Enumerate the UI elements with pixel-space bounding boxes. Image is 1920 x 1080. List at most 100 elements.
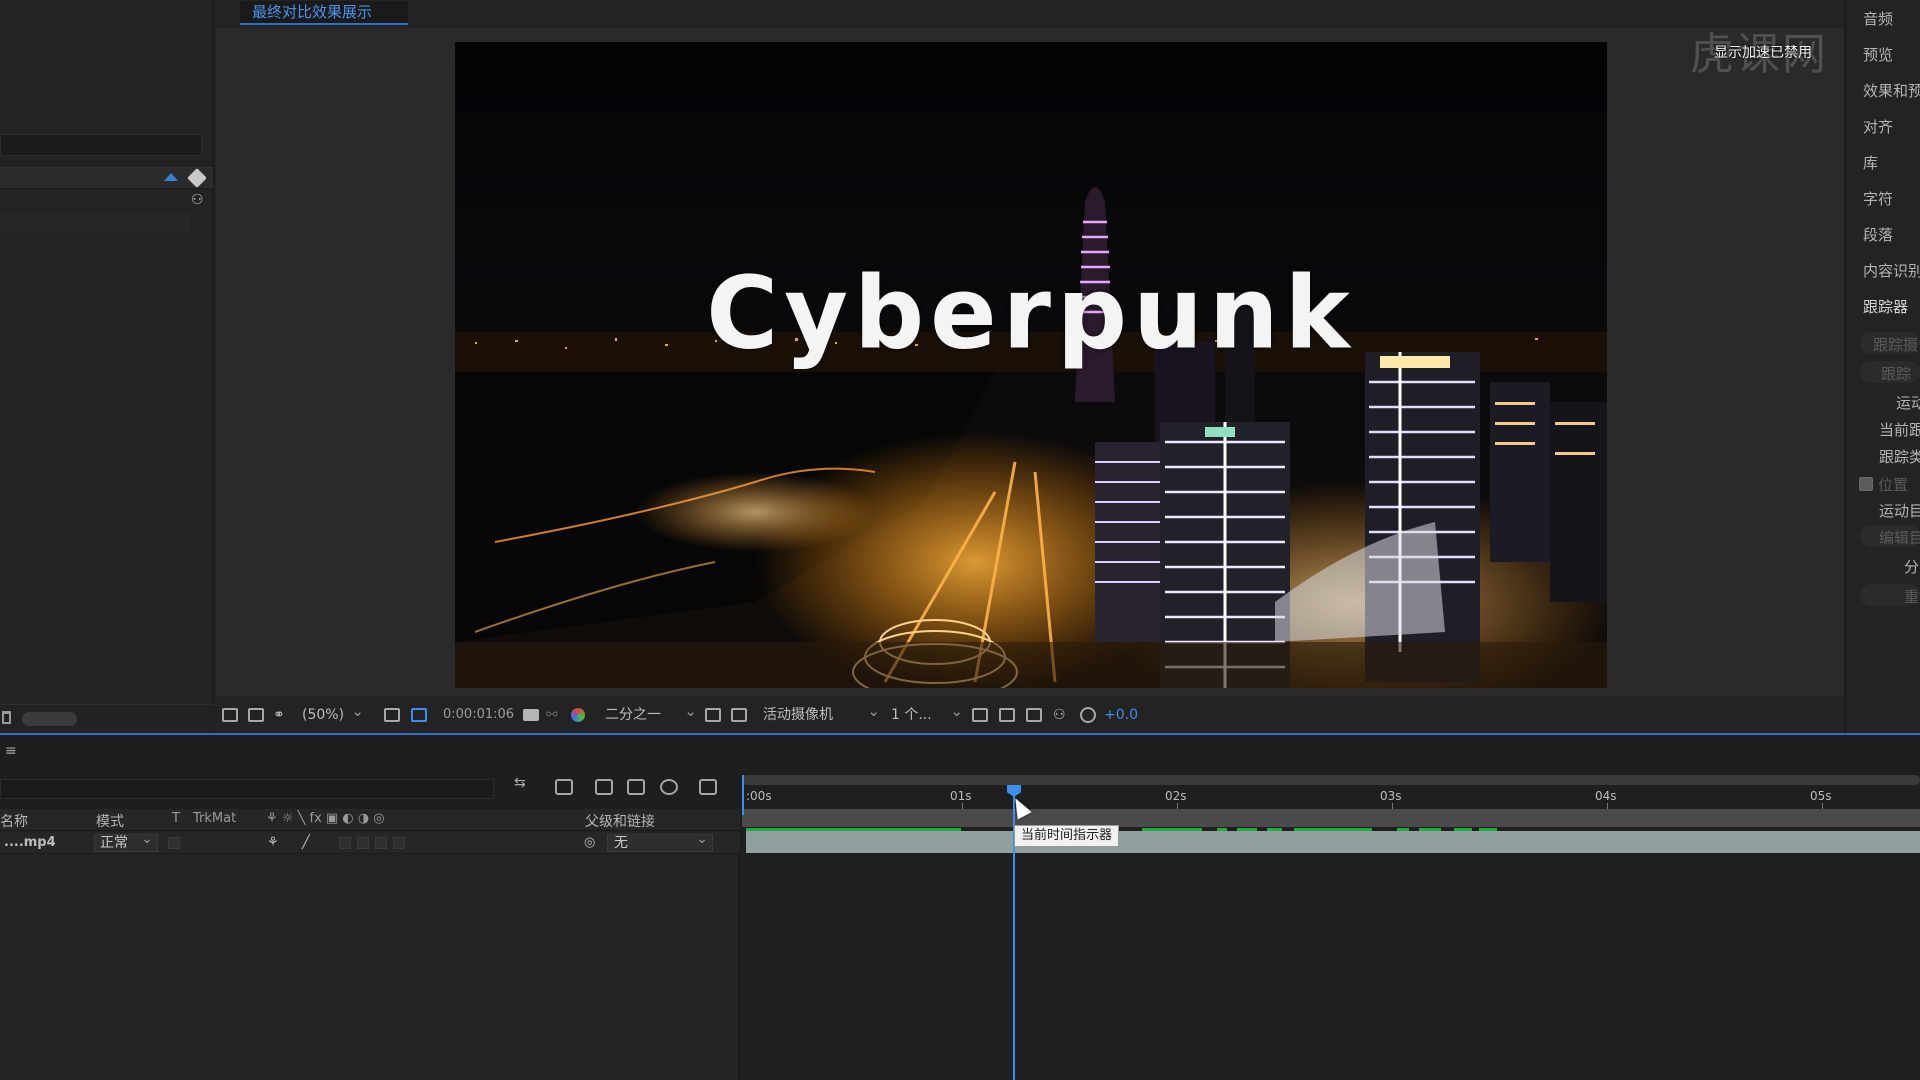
project-scrollbar[interactable]	[22, 712, 77, 726]
panel-paragraph[interactable]: 段落	[1863, 224, 1893, 245]
toggle-pixel-aspect-icon[interactable]	[972, 708, 988, 722]
panel-tracker[interactable]: 跟踪器	[1863, 296, 1908, 317]
timeline-graph[interactable]: :00s 01s 02s 03s 04s 05s	[742, 775, 1920, 1080]
flowchart-icon[interactable]: ⚇	[1053, 706, 1066, 724]
tag-icon[interactable]	[187, 168, 207, 188]
project-item-row[interactable]	[0, 212, 190, 232]
tooltip: 当前时间指示器	[1014, 825, 1120, 847]
zoom-dropdown[interactable]: (50%)	[302, 702, 364, 724]
shy-switch-icon[interactable]: ⚘	[267, 835, 279, 850]
frame-blend-switch[interactable]	[357, 837, 369, 849]
sort-arrow-icon[interactable]	[164, 173, 178, 181]
ruler-label-3: 03s	[1380, 789, 1402, 803]
mask-visibility-icon[interactable]	[411, 708, 427, 722]
panel-character[interactable]: 字符	[1863, 188, 1893, 209]
monitor-icon[interactable]	[248, 708, 264, 722]
right-panels: 音频 预览 效果和预设 对齐 库 字符 段落 内容识别 跟踪器 跟踪摄 跟踪 运…	[1845, 0, 1920, 733]
track-camera-label: 跟踪摄	[1873, 336, 1919, 354]
column-name[interactable]: 名称	[0, 811, 28, 831]
viewer-toolbar: ⚭ (50%) 0:00:01:06 ⚯ 二分之一 活动摄像机 1 个... ⚇…	[214, 700, 1844, 730]
panel-preview[interactable]: 预览	[1863, 44, 1893, 65]
composition-frame[interactable]: Cyberpunk	[455, 42, 1607, 688]
exposure-value[interactable]: +0.0	[1104, 706, 1138, 724]
parent-dropdown[interactable]: 无	[607, 831, 713, 852]
show-snapshot-icon[interactable]: ⚯	[546, 706, 558, 724]
view-layout-dropdown[interactable]: 1 个...	[891, 702, 963, 724]
switches-icons: ⚘ ☼ ╲ fx ▣ ◐ ◑ ◎	[266, 811, 385, 826]
quality-switch-icon[interactable]: ╱	[302, 835, 310, 850]
hide-shy-layers-icon[interactable]	[595, 779, 613, 795]
panel-align[interactable]: 对齐	[1863, 116, 1893, 137]
work-area-bar[interactable]	[742, 809, 1920, 827]
project-search-input[interactable]	[0, 134, 202, 156]
composition-viewer-panel: 最终对比效果展示 Cyberpunk ⚭ (50%) ⌄ 0:00:01:06 …	[214, 0, 1844, 733]
comp-mini-flowchart-icon[interactable]: ⇆	[514, 775, 532, 791]
track-type-label: 跟踪类	[1879, 448, 1920, 466]
motion-target-label: 运动目	[1879, 502, 1920, 520]
always-preview-icon[interactable]	[222, 708, 238, 722]
position-label: 位置	[1878, 476, 1909, 494]
frame-blending-icon[interactable]	[627, 779, 645, 795]
current-time-display[interactable]: 0:00:01:06	[443, 706, 514, 724]
layer-name[interactable]: ....mp4	[4, 835, 56, 850]
ruler-label-5: 05s	[1810, 789, 1832, 803]
reset-label: 重	[1904, 588, 1920, 606]
ruler-label-0: :00s	[746, 789, 772, 803]
resolution-dropdown[interactable]: 二分之一	[605, 702, 697, 724]
column-trkmat[interactable]: TrkMat	[193, 811, 236, 826]
graph-editor-icon[interactable]	[699, 779, 717, 795]
timeline-panel: ≡ ⇆ 名称 模式 T TrkMat ⚘ ☼ ╲ fx ▣ ◐ ◑ ◎ 父级和链…	[0, 733, 1920, 1080]
column-t[interactable]: T	[172, 811, 180, 826]
preserve-transparency-toggle[interactable]	[168, 837, 180, 849]
snapshot-camera-icon[interactable]	[523, 709, 539, 721]
panel-menu-icon[interactable]: ≡	[5, 743, 17, 759]
position-checkbox[interactable]	[1859, 477, 1873, 491]
draft-3d-icon[interactable]	[555, 779, 573, 795]
panel-library[interactable]: 库	[1863, 152, 1878, 173]
edit-target-label: 编辑目	[1879, 529, 1920, 547]
column-parent-link[interactable]: 父级和链接	[585, 811, 655, 831]
composition-tab[interactable]: 最终对比效果展示	[240, 1, 408, 25]
project-panel: ⚇	[0, 0, 213, 733]
timeline-search-input[interactable]	[0, 779, 494, 799]
panel-content-aware[interactable]: 内容识别	[1863, 260, 1920, 281]
panel-effects-presets[interactable]: 效果和预设	[1863, 80, 1920, 101]
camera-view-dropdown[interactable]: 活动摄像机	[763, 702, 880, 724]
region-of-interest-icon[interactable]	[705, 708, 721, 722]
warp-stabilizer-label: 跟踪	[1881, 365, 1912, 383]
effects-switch[interactable]	[339, 837, 351, 849]
layer-outline: 名称 模式 T TrkMat ⚘ ☼ ╲ fx ▣ ◐ ◑ ◎ 父级和链接 ..…	[0, 809, 740, 1080]
blend-mode-dropdown[interactable]: 正常	[94, 831, 158, 852]
motion-blur-switch[interactable]	[375, 837, 387, 849]
ruler-label-4: 04s	[1595, 789, 1617, 803]
analyze-label: 分	[1904, 558, 1920, 576]
layer-row[interactable]: ....mp4 正常 ⚘ ╱ ◎ 无	[0, 831, 740, 854]
channel-color-icon[interactable]	[571, 708, 585, 722]
track-motion-label: 运动	[1896, 394, 1920, 412]
ruler-label-2: 02s	[1165, 789, 1187, 803]
pick-whip-icon[interactable]: ◎	[584, 835, 595, 850]
layer-duration-bar[interactable]	[746, 831, 1920, 853]
timeline-icon[interactable]	[1026, 708, 1042, 722]
current-track-label: 当前跟	[1879, 421, 1920, 439]
project-column-header	[0, 167, 213, 189]
trash-icon[interactable]	[2, 711, 11, 724]
fast-previews-icon[interactable]	[999, 708, 1015, 722]
motion-blur-icon[interactable]	[660, 779, 678, 795]
reset-exposure-icon[interactable]	[1080, 707, 1096, 723]
transparency-grid-icon[interactable]	[731, 708, 747, 722]
vr-mask-icon[interactable]: ⚭	[273, 706, 285, 724]
column-mode[interactable]: 模式	[96, 811, 124, 831]
panel-audio[interactable]: 音频	[1863, 8, 1893, 29]
layer-column-header: 名称 模式 T TrkMat ⚘ ☼ ╲ fx ▣ ◐ ◑ ◎ 父级和链接	[0, 809, 740, 831]
comp-title-text[interactable]: Cyberpunk	[455, 256, 1607, 372]
time-ruler[interactable]: :00s 01s 02s 03s 04s 05s	[742, 787, 1920, 809]
viewer-area[interactable]: Cyberpunk	[216, 28, 1844, 696]
flowchart-icon[interactable]: ⚇	[191, 192, 204, 208]
project-bottom-bar	[0, 704, 213, 732]
work-area-start-marker[interactable]	[742, 775, 744, 815]
safe-area-icon[interactable]	[384, 708, 400, 722]
adjustment-layer-switch[interactable]	[393, 837, 405, 849]
time-navigator-bar[interactable]	[742, 775, 1920, 785]
display-acceleration-badge: 显示加速已禁用	[1714, 45, 1812, 61]
